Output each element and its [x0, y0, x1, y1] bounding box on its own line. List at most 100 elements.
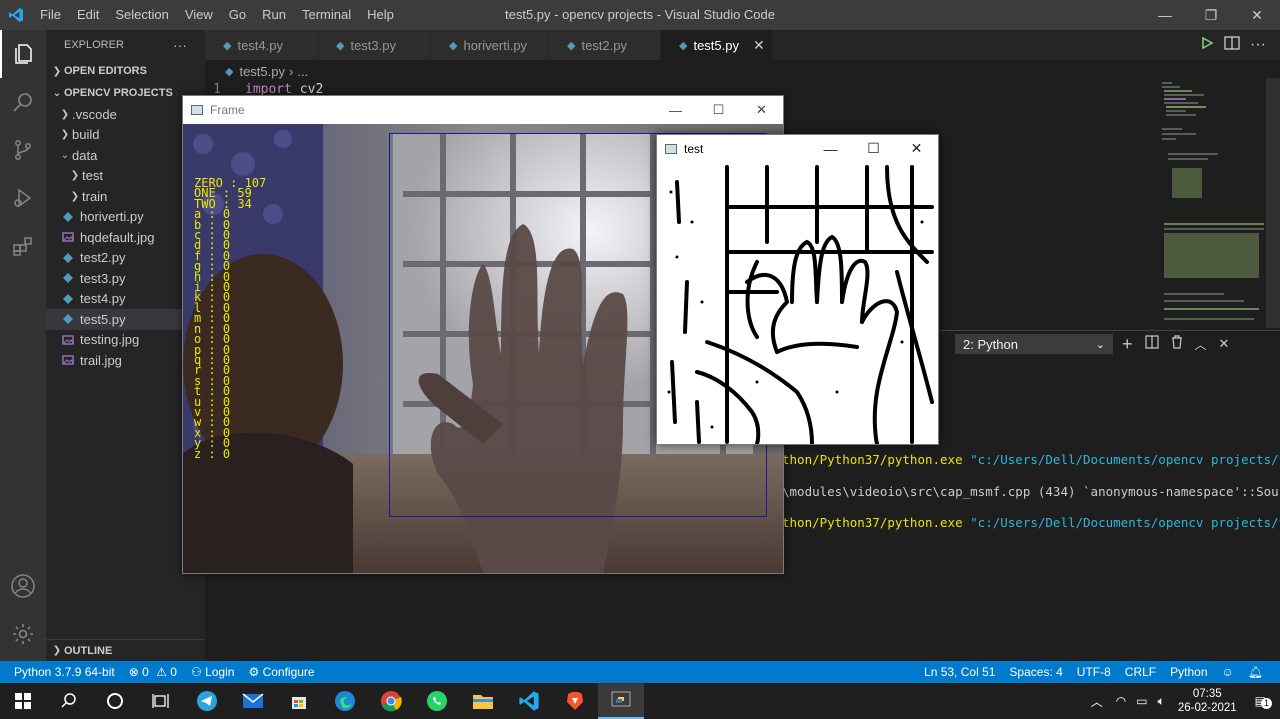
chrome-icon[interactable]: [368, 683, 414, 719]
source-control-icon[interactable]: [0, 126, 46, 174]
status-language[interactable]: Python: [1163, 665, 1214, 679]
edge-icon[interactable]: [322, 683, 368, 719]
brave-icon[interactable]: [552, 683, 598, 719]
more-actions-icon[interactable]: ···: [173, 37, 187, 53]
cortana-icon[interactable]: [92, 683, 138, 719]
maximize-icon[interactable]: ☐: [697, 96, 740, 124]
tray-overflow-icon[interactable]: ︿: [1083, 693, 1111, 710]
menu-go[interactable]: Go: [221, 0, 254, 30]
chevron-down-icon: ⌄: [60, 149, 70, 161]
menu-help[interactable]: Help: [359, 0, 402, 30]
menu-terminal[interactable]: Terminal: [294, 0, 359, 30]
tab-label: test3.py: [350, 37, 396, 53]
maximize-panel-icon[interactable]: ︿: [1195, 336, 1207, 353]
close-icon[interactable]: ✕: [740, 96, 783, 124]
close-icon[interactable]: ✕: [1234, 0, 1280, 30]
status-login[interactable]: ⚇ Login: [184, 665, 241, 679]
split-terminal-icon[interactable]: [1144, 334, 1159, 354]
breadcrumb-file[interactable]: test5.py: [239, 64, 285, 79]
vscode-logo-icon: [0, 0, 32, 30]
close-icon[interactable]: ✕: [895, 135, 938, 162]
editor-scrollbar[interactable]: [1266, 78, 1280, 328]
search-icon[interactable]: [46, 683, 92, 719]
status-bar: Python 3.7.9 64-bit ⊗ 0 ⚠ 0 ⚇ Login ⚙ Co…: [0, 661, 1280, 683]
more-icon[interactable]: ···: [1250, 36, 1266, 54]
new-terminal-icon[interactable]: +: [1122, 334, 1133, 355]
menu-view[interactable]: View: [177, 0, 221, 30]
telegram-icon[interactable]: [184, 683, 230, 719]
tab-test5[interactable]: ◆ test5.py ✕: [661, 30, 773, 60]
tab-test3[interactable]: ◆ test3.py: [318, 30, 431, 60]
volume-icon[interactable]: 🔈︎: [1153, 694, 1170, 709]
menu-edit[interactable]: Edit: [69, 0, 107, 30]
taskbar-clock[interactable]: 07:35 26-02-2021: [1170, 687, 1245, 715]
windows-start-icon[interactable]: [0, 683, 46, 719]
minimap[interactable]: [1158, 78, 1268, 328]
breadcrumb-rest[interactable]: ...: [297, 64, 308, 79]
split-editor-icon[interactable]: [1224, 35, 1240, 55]
python-app-icon[interactable]: [598, 683, 644, 719]
maximize-icon[interactable]: ☐: [852, 135, 895, 162]
tree-item-label: test2.py: [80, 250, 126, 266]
menu-run[interactable]: Run: [254, 0, 294, 30]
tree-item-label: .vscode: [72, 106, 117, 122]
tab-horiverti[interactable]: ◆ horiverti.py: [431, 30, 549, 60]
tree-item-label: test4.py: [80, 291, 126, 307]
notification-center-icon[interactable]: ▤1: [1245, 694, 1280, 709]
mail-icon[interactable]: [230, 683, 276, 719]
run-icon[interactable]: [1200, 36, 1214, 55]
close-tab-icon[interactable]: ✕: [753, 37, 765, 54]
tab-label: horiverti.py: [463, 37, 528, 53]
terminal-arg: "c:/Users/Dell/Documents/opencv projects…: [970, 515, 1280, 530]
open-editors-section[interactable]: ❯ OPEN EDITORS: [46, 60, 205, 82]
search-icon[interactable]: [0, 78, 46, 126]
extensions-icon[interactable]: [0, 222, 46, 270]
tab-test2[interactable]: ◆ test2.py: [549, 30, 661, 60]
configure-label: Configure: [262, 665, 315, 679]
minimize-icon[interactable]: —: [654, 96, 697, 124]
tree-item-label: horiverti.py: [80, 209, 144, 225]
store-icon[interactable]: [276, 683, 322, 719]
run-debug-icon[interactable]: [0, 174, 46, 222]
minimize-icon[interactable]: —: [809, 135, 852, 162]
tree-item-label: trail.jpg: [80, 352, 122, 368]
status-python-interpreter[interactable]: Python 3.7.9 64-bit: [0, 665, 122, 679]
status-encoding[interactable]: UTF-8: [1070, 665, 1118, 679]
chevron-down-icon: ⌄: [52, 87, 62, 99]
menu-selection[interactable]: Selection: [107, 0, 176, 30]
feedback-icon[interactable]: ☺: [1215, 665, 1241, 679]
settings-gear-icon[interactable]: [0, 610, 46, 658]
close-panel-icon[interactable]: ✕: [1219, 336, 1230, 352]
account-icon[interactable]: [0, 562, 46, 610]
restore-icon[interactable]: ❐: [1188, 0, 1234, 30]
tab-test4[interactable]: ◆ test4.py: [205, 30, 318, 60]
bell-icon[interactable]: 🔔︎: [1241, 665, 1270, 679]
explorer-icon[interactable]: [0, 30, 46, 78]
whatsapp-icon[interactable]: [414, 683, 460, 719]
login-label: Login: [205, 665, 235, 679]
frame-window-controls: — ☐ ✕: [654, 96, 783, 124]
threshold-hand-image: [657, 162, 938, 444]
tree-item-label: hqdefault.jpg: [80, 229, 155, 245]
status-eol[interactable]: CRLF: [1118, 665, 1163, 679]
tab-label: test4.py: [237, 37, 283, 53]
terminal-select[interactable]: 2: Python ⌄: [955, 334, 1113, 354]
menu-file[interactable]: File: [32, 0, 69, 30]
status-cursor-position[interactable]: Ln 53, Col 51: [917, 665, 1002, 679]
kill-terminal-icon[interactable]: [1171, 334, 1183, 354]
battery-icon[interactable]: ▭: [1131, 694, 1152, 708]
minimize-icon[interactable]: —: [1142, 0, 1188, 30]
gesture-count-overlay: ZERO : 107 ONE : 59 TWO : 34 a : 0b : 0c : …: [194, 177, 266, 460]
test-window[interactable]: test — ☐ ✕: [656, 134, 939, 445]
python-file-icon: [62, 272, 74, 284]
status-configure[interactable]: ⚙ Configure: [241, 665, 321, 679]
chevron-right-icon: ❯: [52, 65, 62, 77]
vscode-taskbar-icon[interactable]: [506, 683, 552, 719]
status-problems[interactable]: ⊗ 0 ⚠ 0: [122, 665, 184, 679]
file-explorer-icon[interactable]: [460, 683, 506, 719]
status-indentation[interactable]: Spaces: 4: [1002, 665, 1069, 679]
wifi-icon[interactable]: ◠: [1111, 694, 1131, 708]
breadcrumb: ◆ test5.py › ...: [205, 60, 308, 82]
task-view-icon[interactable]: [138, 683, 184, 719]
outline-section[interactable]: ❯ OUTLINE: [46, 639, 205, 661]
